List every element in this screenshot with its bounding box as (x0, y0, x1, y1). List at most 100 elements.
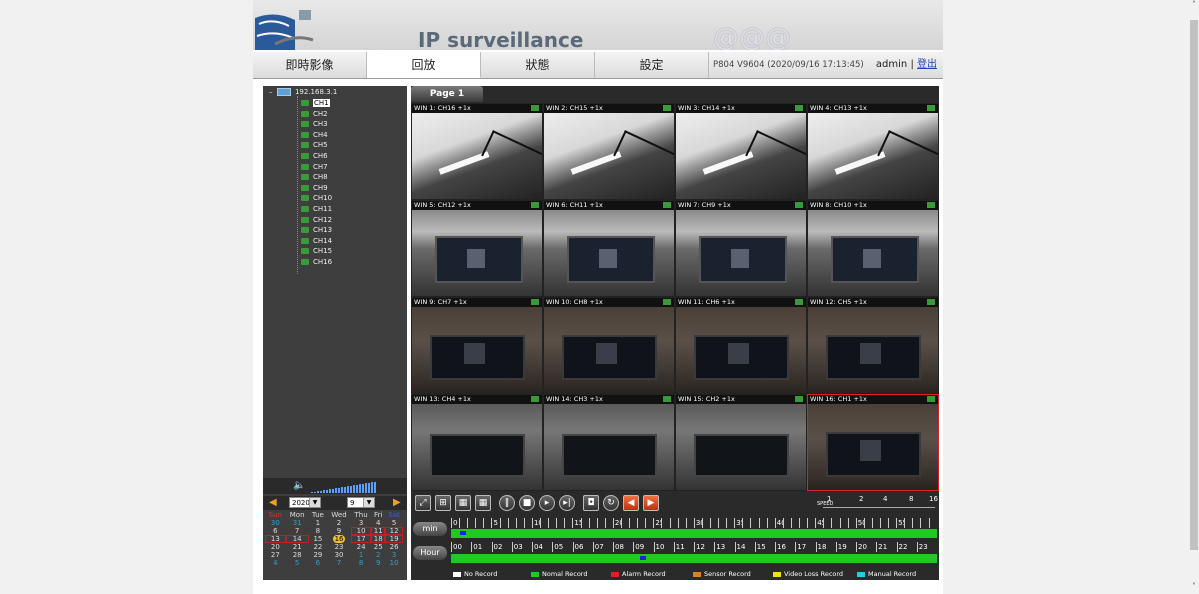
prev-month-arrow-icon[interactable]: ◀ (269, 497, 277, 508)
video-window[interactable]: WIN 12: CH5 +1x (807, 297, 939, 394)
calendar-date[interactable]: 13 (265, 535, 286, 543)
video-window[interactable]: WIN 5: CH12 +1x (411, 200, 543, 297)
scroll-up-icon[interactable]: ˄ (1189, 0, 1199, 10)
calendar-date[interactable]: 23 (327, 543, 351, 551)
page-scrollbar[interactable]: ˄ ˅ (1189, 0, 1199, 594)
calendar-date[interactable]: 15 (309, 535, 328, 543)
device-node[interactable]: – 192.168.3.1 (269, 88, 337, 96)
calendar-date[interactable]: 31 (286, 519, 309, 527)
video-window[interactable]: WIN 9: CH7 +1x (411, 297, 543, 394)
channel-item[interactable]: CH3 (301, 119, 328, 129)
calendar-date[interactable]: 5 (385, 519, 403, 527)
calendar-date[interactable]: 16 (327, 535, 351, 543)
video-window[interactable]: WIN 15: CH2 +1x (675, 394, 807, 491)
video-window[interactable]: WIN 8: CH10 +1x (807, 200, 939, 297)
hour-record-bar[interactable] (451, 554, 937, 563)
channel-item[interactable]: CH14 (301, 236, 332, 246)
sixteen-view-icon[interactable]: ▦ (475, 495, 491, 511)
tab-live-view[interactable]: 即時影像 (253, 52, 367, 78)
minute-record-bar[interactable] (451, 529, 937, 538)
calendar-date[interactable]: 20 (265, 543, 286, 551)
video-window[interactable]: WIN 2: CH15 +1x (543, 103, 675, 200)
calendar-date[interactable]: 25 (371, 543, 385, 551)
channel-item[interactable]: CH10 (301, 193, 332, 203)
video-window[interactable]: WIN 14: CH3 +1x (543, 394, 675, 491)
channel-item[interactable]: CH16 (301, 257, 332, 267)
month-select[interactable]: 9 ▼ (347, 497, 375, 508)
channel-item[interactable]: CH8 (301, 172, 328, 182)
calendar-date[interactable]: 4 (265, 559, 286, 567)
calendar-date[interactable]: 1 (351, 551, 371, 559)
calendar-date[interactable]: 8 (351, 559, 371, 567)
channel-item[interactable]: CH1 (301, 98, 330, 108)
video-window[interactable]: WIN 4: CH13 +1x (807, 103, 939, 200)
calendar-date[interactable]: 19 (385, 535, 403, 543)
tab-status[interactable]: 狀態 (481, 52, 595, 78)
calendar-date[interactable]: 24 (351, 543, 371, 551)
channel-item[interactable]: CH7 (301, 162, 328, 172)
stop-icon[interactable]: ■ (519, 495, 535, 511)
calendar-date[interactable]: 30 (327, 551, 351, 559)
channel-item[interactable]: CH2 (301, 109, 328, 119)
calendar-date[interactable]: 5 (286, 559, 309, 567)
volume-slider[interactable] (311, 481, 376, 493)
channel-item[interactable]: CH4 (301, 130, 328, 140)
calendar-date[interactable]: 12 (385, 527, 403, 535)
calendar-date[interactable]: 10 (350, 527, 372, 535)
video-window[interactable]: WIN 3: CH14 +1x (675, 103, 807, 200)
channel-item[interactable]: CH6 (301, 151, 328, 161)
next-month-arrow-icon[interactable]: ▶ (393, 497, 401, 508)
calendar-date[interactable]: 9 (371, 559, 385, 567)
single-view-icon[interactable]: ⤢ (415, 495, 431, 511)
video-window[interactable]: WIN 11: CH6 +1x (675, 297, 807, 394)
calendar-date[interactable]: 30 (265, 519, 286, 527)
calendar-date[interactable]: 28 (286, 551, 309, 559)
play-icon[interactable]: ▸ (539, 495, 555, 511)
calendar-date[interactable]: 6 (265, 527, 286, 535)
calendar-date[interactable]: 17 (350, 535, 372, 543)
channel-item[interactable]: CH11 (301, 204, 332, 214)
year-select[interactable]: 2020 ▼ (289, 497, 321, 508)
nine-view-icon[interactable]: ▦ (455, 495, 471, 511)
calendar-date[interactable]: 9 (327, 527, 351, 535)
video-window[interactable]: WIN 10: CH8 +1x (543, 297, 675, 394)
refresh-icon[interactable]: ↻ (603, 495, 619, 511)
calendar-date[interactable]: 22 (309, 543, 328, 551)
video-window[interactable]: WIN 16: CH1 +1x (807, 394, 939, 491)
quad-view-icon[interactable]: ⊞ (435, 495, 451, 511)
logout-link[interactable]: 登出 (917, 59, 937, 70)
calendar-date[interactable]: 7 (286, 527, 309, 535)
channel-item[interactable]: CH12 (301, 215, 332, 225)
calendar-date[interactable]: 26 (385, 543, 403, 551)
calendar-date[interactable]: 21 (286, 543, 309, 551)
min-button[interactable]: min (413, 522, 447, 536)
channel-item[interactable]: CH13 (301, 225, 332, 235)
calendar-date[interactable]: 3 (351, 519, 371, 527)
calendar-date[interactable]: 27 (265, 551, 286, 559)
video-window[interactable]: WIN 7: CH9 +1x (675, 200, 807, 297)
step-forward-icon[interactable]: ▸| (559, 495, 575, 511)
calendar-date[interactable]: 1 (309, 519, 328, 527)
calendar-date[interactable]: 11 (371, 527, 386, 535)
calendar-date[interactable]: 2 (327, 519, 351, 527)
calendar-date[interactable]: 14 (285, 535, 309, 543)
calendar-date[interactable]: 6 (309, 559, 328, 567)
hour-button[interactable]: Hour (413, 546, 447, 560)
page-tab[interactable]: Page 1 (411, 86, 483, 102)
calendar-date[interactable]: 4 (371, 519, 385, 527)
video-window[interactable]: WIN 13: CH4 +1x (411, 394, 543, 491)
channel-item[interactable]: CH5 (301, 140, 328, 150)
scroll-thumb[interactable] (1190, 20, 1198, 550)
calendar-date[interactable]: 7 (327, 559, 351, 567)
fast-forward-icon[interactable]: ▶ (643, 495, 659, 511)
calendar-date[interactable]: 8 (309, 527, 328, 535)
calendar-date[interactable]: 18 (371, 535, 386, 543)
channel-item[interactable]: CH15 (301, 246, 332, 256)
calendar-date[interactable]: 29 (309, 551, 328, 559)
channel-item[interactable]: CH9 (301, 183, 328, 193)
calendar-date[interactable]: 3 (385, 551, 403, 559)
video-window[interactable]: WIN 6: CH11 +1x (543, 200, 675, 297)
video-window[interactable]: WIN 1: CH16 +1x (411, 103, 543, 200)
tab-playback[interactable]: 回放 (367, 52, 481, 78)
calendar-date[interactable]: 2 (371, 551, 385, 559)
